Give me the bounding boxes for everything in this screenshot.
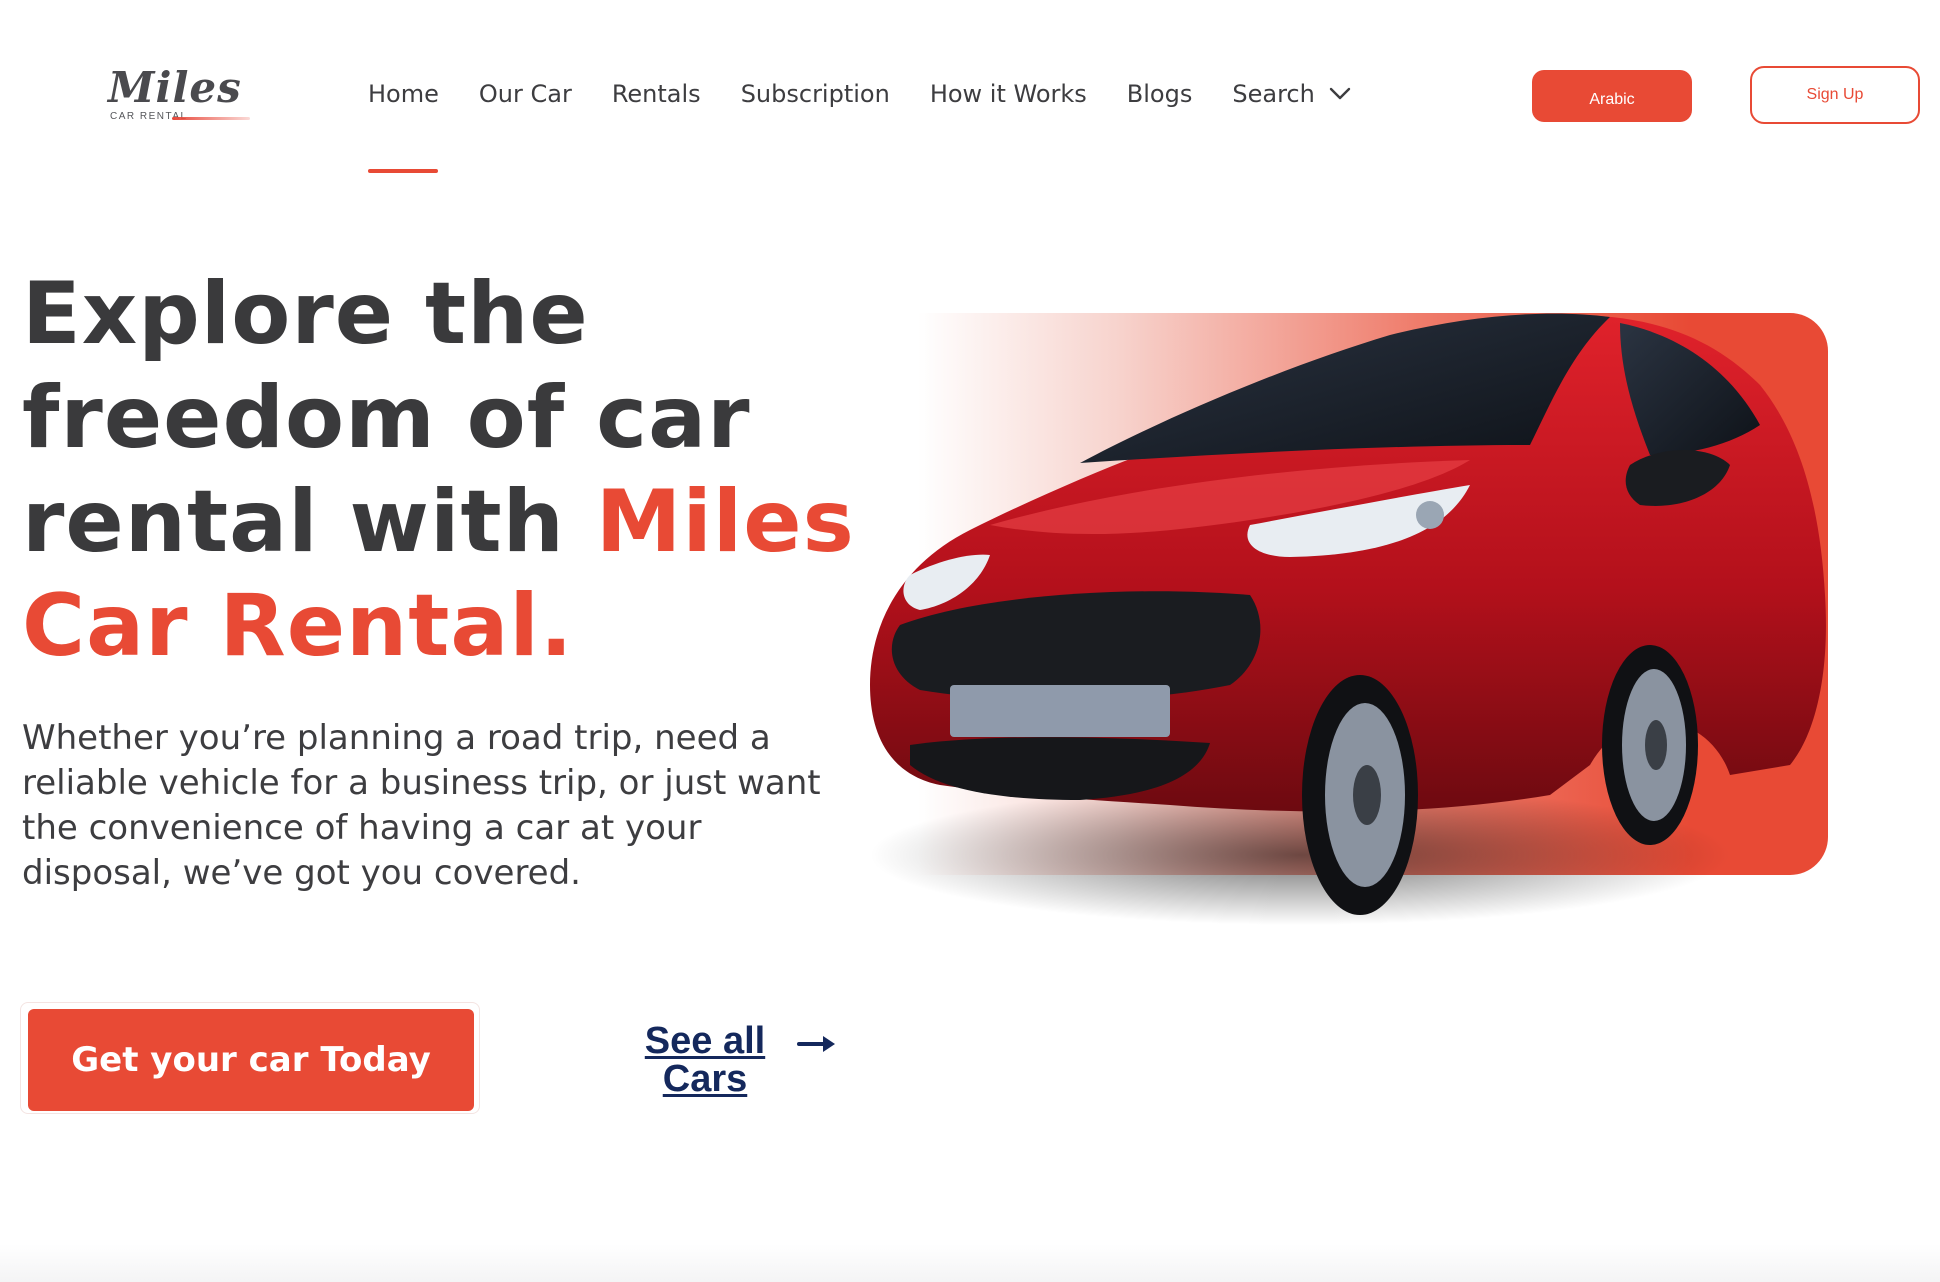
nav-item-home[interactable]: Home	[368, 80, 439, 108]
nav-item-how-it-works[interactable]: How it Works	[930, 80, 1087, 108]
red-hatchback-car-image	[870, 313, 1826, 925]
main-nav: Home Our Car Rentals Subscription How it…	[368, 74, 1391, 114]
see-all-cars-link[interactable]: See all Cars	[620, 1022, 790, 1098]
brand-logo[interactable]: Miles CAR RENTAL	[108, 63, 250, 124]
nav-item-rentals[interactable]: Rentals	[612, 80, 701, 108]
hero-title: Explore the freedom of car rental with M…	[22, 262, 862, 678]
nav-active-indicator	[368, 169, 438, 173]
logo-swoosh	[172, 117, 250, 120]
hero-description: Whether you’re planning a road trip, nee…	[22, 718, 821, 893]
hero-title-line-2: freedom of car	[22, 368, 751, 468]
nav-item-our-car[interactable]: Our Car	[479, 80, 572, 108]
hero-title-brand-miles: Miles	[595, 472, 855, 572]
hero-title-line-3: rental with	[22, 472, 596, 572]
nav-item-blogs[interactable]: Blogs	[1127, 80, 1193, 108]
nav-item-search[interactable]: Search	[1232, 80, 1351, 108]
arrow-right-icon[interactable]	[797, 1033, 837, 1055]
bottom-fade	[0, 1244, 1940, 1282]
get-car-today-button[interactable]: Get your car Today	[28, 1009, 474, 1111]
sign-up-button[interactable]: Sign Up	[1750, 66, 1920, 124]
hero-title-brand-car-rental: Car Rental.	[22, 576, 574, 676]
hero-title-line-1: Explore the	[22, 264, 589, 364]
nav-item-search-label: Search	[1232, 80, 1315, 108]
nav-item-subscription[interactable]: Subscription	[741, 80, 890, 108]
arabic-language-button[interactable]: Arabic	[1532, 70, 1692, 122]
logo-wordmark: Miles	[108, 63, 242, 112]
chevron-down-icon	[1329, 87, 1351, 100]
